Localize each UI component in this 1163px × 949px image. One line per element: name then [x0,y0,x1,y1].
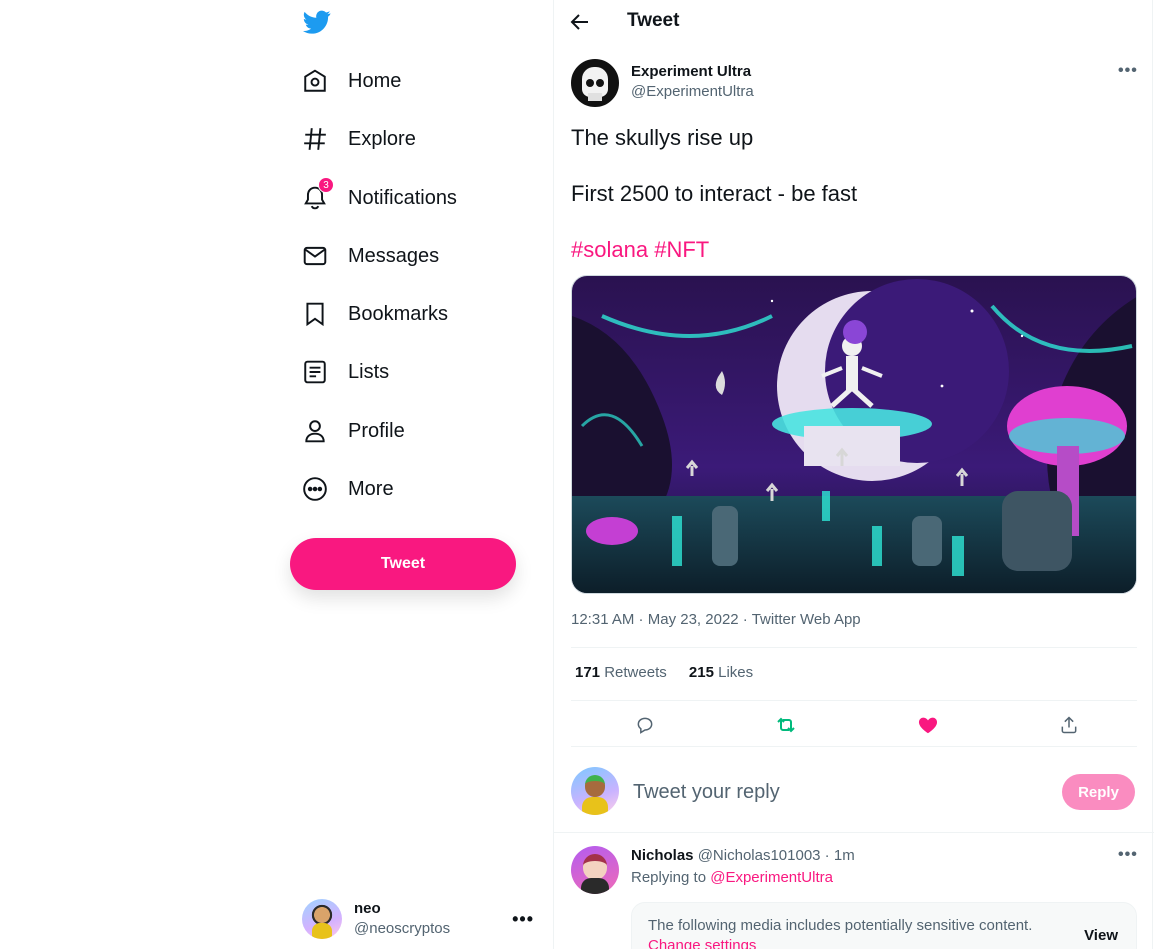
avatar[interactable] [571,846,619,894]
tweet-timestamp: 12:31 AM · May 23, 2022 · Twitter Web Ap… [571,611,861,628]
divider [571,647,1137,648]
view-button[interactable]: View [1084,927,1118,944]
retweet-icon[interactable] [772,711,800,739]
divider [571,746,1137,747]
reply-button[interactable]: Reply [1062,774,1135,810]
sidebar-item-label: Bookmarks [348,302,449,325]
change-settings-link[interactable]: Change settings [648,937,756,949]
author-handle[interactable]: @ExperimentUltra [631,83,754,100]
more-circle-icon [302,476,328,502]
hashtag-link[interactable]: #solana [571,237,648,262]
sidebar-item-profile[interactable]: Profile [302,408,405,454]
replying-to: Replying to @ExperimentUltra [631,869,833,886]
avatar-body [582,797,608,815]
replying-prefix: Replying to [631,869,711,886]
more-options-icon[interactable]: ••• [1118,846,1138,864]
sidebar-item-label: Notifications [348,186,457,209]
sidebar-item-home[interactable]: Home [302,58,401,104]
mention-link[interactable]: @ExperimentUltra [710,869,833,886]
page-header: Tweet [554,0,1154,44]
sidebar-item-lists[interactable]: Lists [302,349,389,395]
account-more-icon[interactable]: ••• [512,909,534,930]
skull-jaw [588,93,602,101]
retweets-label: Retweets [604,664,667,681]
hashtag-icon [302,126,328,152]
sidebar-item-notifications[interactable]: 3 Notifications [302,175,457,221]
like-heart-icon[interactable] [914,711,942,739]
sidebar-item-label: Home [348,69,402,92]
envelope-icon [302,243,328,269]
reply-time[interactable]: 1m [834,847,855,864]
avatar [302,899,342,939]
sensitive-media-warning: The following media includes potentially… [631,902,1137,949]
tweet-text-line: First 2500 to interact - be fast [571,181,858,206]
back-arrow-icon[interactable] [568,10,592,34]
bookmark-icon [302,301,328,327]
sidebar-item-label: Lists [348,360,390,383]
tweet-time[interactable]: 12:31 AM [571,611,634,628]
skull-eye [586,79,594,87]
sidebar-item-label: Profile [348,419,405,442]
avatar[interactable] [571,767,619,815]
account-handle: @neoscryptos [354,920,451,937]
tweet-actions-bar [571,705,1137,745]
retweets-stat[interactable]: 171 Retweets [575,664,667,681]
twitter-bird-icon[interactable] [302,8,332,36]
tweet-hashtags: #solana #NFT [571,236,709,264]
avatar-head [585,775,605,797]
sidebar-nav: Home Explore 3 Notifications Messages Bo… [290,0,552,949]
tweet-detail-column: Tweet Experiment Ultra @ExperimentUltra … [553,0,1154,949]
sidebar-item-bookmarks[interactable]: Bookmarks [302,291,448,337]
page-title: Tweet [627,10,680,31]
person-icon [302,418,328,444]
likes-label: Likes [718,664,754,681]
sidebar-item-messages[interactable]: Messages [302,233,439,279]
author-name[interactable]: Experiment Ultra [631,63,751,80]
tweet-stats: 171 Retweets 215 Likes [575,664,771,681]
account-switcher[interactable]: neo @neoscryptos ••• [302,895,534,943]
sidebar-item-label: Explore [348,127,416,150]
sidebar-item-label: More [348,477,394,500]
compose-tweet-button[interactable]: Tweet [290,538,516,590]
tweet-source[interactable]: Twitter Web App [752,611,861,628]
list-icon [302,359,328,385]
likes-stat[interactable]: 215 Likes [689,664,753,681]
reply-author-name[interactable]: Nicholas [631,847,694,864]
divider [571,700,1137,701]
notification-badge: 3 [318,177,334,193]
separator: · [820,847,834,864]
tweet-date[interactable]: May 23, 2022 [648,611,739,628]
tweet-text-line: The skullys rise up [571,125,754,150]
skull-eye [596,79,604,87]
separator: · [738,611,752,628]
divider [554,832,1154,833]
sidebar-item-label: Messages [348,244,440,267]
bell-icon: 3 [302,177,334,211]
sidebar-item-more[interactable]: More [302,466,394,512]
hashtag-link[interactable]: #NFT [654,237,709,262]
retweets-count: 171 [575,664,601,681]
tweet-media-image[interactable] [571,275,1137,594]
reply-icon[interactable] [631,711,659,739]
reply-author-handle[interactable]: @Nicholas101003 [698,847,821,864]
separator: · [634,611,648,628]
sensitive-text: The following media includes potentially… [648,917,1033,934]
home-icon [302,68,328,94]
avatar-body [581,878,609,894]
likes-count: 215 [688,664,714,681]
more-options-icon[interactable]: ••• [1118,62,1138,80]
account-name: neo [354,900,381,917]
reply-input[interactable] [633,776,1033,808]
avatar-head [583,854,607,880]
share-icon[interactable] [1055,711,1083,739]
reply-header: Nicholas @Nicholas101003 · 1m [631,847,855,864]
author-avatar[interactable] [571,59,619,107]
sidebar-item-explore[interactable]: Explore [302,116,416,162]
